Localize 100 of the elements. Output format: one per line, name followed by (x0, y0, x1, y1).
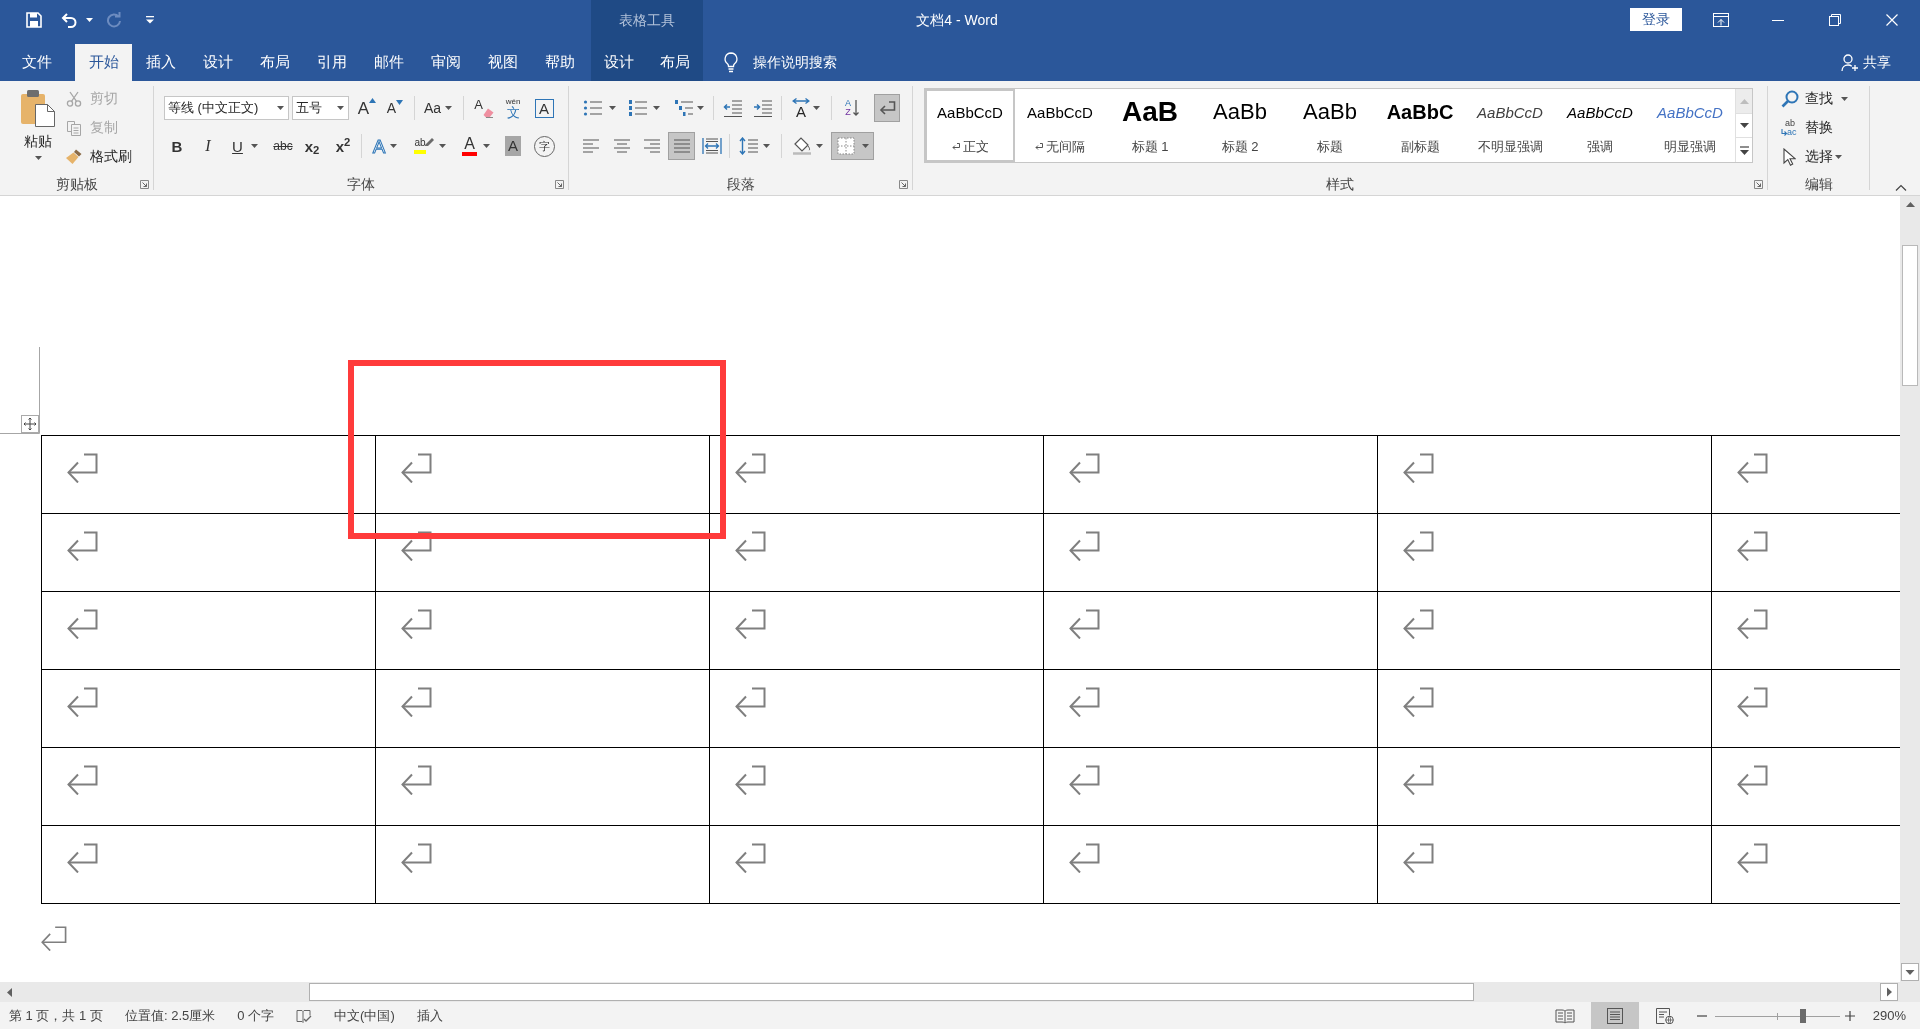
style-item[interactable]: AaBbCcD 强调 (1555, 89, 1645, 162)
tell-me-box[interactable]: 操作说明搜索 (753, 52, 837, 73)
caret-icon[interactable] (390, 144, 398, 148)
zoom-in-icon[interactable] (1844, 1010, 1855, 1021)
horizontal-scrollbar[interactable] (0, 982, 1920, 1002)
caret-icon[interactable] (445, 106, 453, 110)
underline-button[interactable]: U (225, 133, 265, 159)
lightbulb-icon[interactable] (723, 51, 739, 74)
subscript-button[interactable]: x$_{2}$ (300, 133, 324, 159)
ribbon-tab[interactable]: 布局 (647, 44, 703, 81)
borders-button[interactable] (831, 132, 874, 160)
ribbon-tab[interactable]: 审阅 (417, 44, 474, 81)
font-size-field[interactable]: 五号 (292, 96, 349, 120)
ribbon-tab[interactable]: 帮助 (531, 44, 588, 81)
person-add-icon[interactable] (1841, 53, 1859, 72)
font-name-field[interactable]: 等线 (中文正文) (164, 96, 289, 120)
sort-button[interactable]: A Z (840, 94, 864, 122)
caret-icon[interactable] (816, 144, 823, 148)
caret-icon[interactable] (86, 18, 93, 22)
style-item[interactable]: AaB 标题 1 (1105, 89, 1195, 162)
ribbon-options-icon[interactable] (1712, 13, 1729, 27)
caret-icon[interactable] (250, 144, 258, 148)
zoom-slider[interactable] (1714, 1008, 1840, 1023)
scroll-up-icon[interactable] (1905, 202, 1915, 207)
style-item[interactable]: AaBbCcD 无间隔 (1015, 89, 1105, 162)
ribbon-tab[interactable]: 布局 (246, 44, 303, 81)
style-item[interactable]: AaBb 标题 (1285, 89, 1375, 162)
italic-button[interactable]: I (196, 133, 220, 159)
dialog-launcher-icon[interactable] (1754, 179, 1763, 189)
style-item[interactable]: AaBbCcD 明显强调 (1645, 89, 1735, 162)
scroll-right-icon[interactable] (1880, 983, 1898, 1001)
view-button[interactable] (1590, 1002, 1639, 1029)
zoom-slider-thumb[interactable] (1800, 1008, 1807, 1023)
select-button[interactable]: 选择 (1781, 142, 1869, 171)
caret-icon[interactable] (277, 106, 284, 110)
font-color-button[interactable]: A (457, 133, 495, 159)
table-move-handle-icon[interactable] (21, 415, 39, 433)
scroll-left-icon[interactable] (6, 987, 12, 997)
caret-icon[interactable] (608, 106, 616, 110)
ribbon-tab[interactable]: 引用 (303, 44, 360, 81)
scrollbar-thumb[interactable] (1902, 245, 1918, 386)
ribbon-tab[interactable]: 开始 (75, 44, 132, 81)
status-text[interactable]: 位置值: 2.5厘米 (124, 1005, 216, 1026)
close-icon[interactable] (1885, 14, 1898, 26)
scrollbar-thumb[interactable] (309, 983, 1474, 1001)
change-case-button[interactable]: Aa (420, 95, 456, 121)
share-button[interactable]: 共享 (1841, 52, 1891, 73)
caret-icon[interactable] (438, 144, 446, 148)
dialog-launcher-icon[interactable] (899, 179, 908, 189)
caret-icon[interactable] (653, 106, 660, 110)
ribbon-tab[interactable]: 文件 (9, 44, 65, 81)
caret-icon[interactable] (861, 144, 869, 148)
style-item[interactable]: AaBb 标题 2 (1195, 89, 1285, 162)
paste-button[interactable]: 粘贴 (16, 89, 60, 167)
restore-icon[interactable] (1828, 14, 1841, 26)
proofing-icon[interactable] (296, 1008, 313, 1023)
style-item[interactable]: AaBbC 副标题 (1375, 89, 1465, 162)
more-icon[interactable] (1739, 145, 1749, 155)
scroll-down-icon[interactable] (1739, 123, 1749, 128)
show-marks-button[interactable] (874, 94, 900, 122)
shrink-font-button[interactable]: A (383, 95, 407, 121)
bold-button[interactable]: B (165, 133, 189, 159)
find-button[interactable]: 查找 (1781, 84, 1869, 113)
format-painter-button[interactable]: 格式刷 (66, 142, 132, 171)
caret-icon[interactable] (1835, 154, 1842, 159)
ribbon-tab[interactable]: 邮件 (360, 44, 417, 81)
status-text[interactable]: 0 个字 (237, 1005, 275, 1026)
phonetic-guide-button[interactable]: wén 文 (501, 95, 525, 121)
caret-icon[interactable] (337, 106, 344, 110)
status-text[interactable]: 第 1 页，共 1 页 (9, 1005, 103, 1026)
ribbon-tab[interactable]: 设计 (189, 44, 246, 81)
chinese-layout-button[interactable]: A (789, 94, 823, 122)
undo-icon[interactable] (61, 12, 77, 28)
caret-icon[interactable] (1841, 96, 1848, 101)
clear-formatting-button[interactable]: A (472, 95, 496, 121)
style-item[interactable]: AaBbCcD 不明显强调 (1465, 89, 1555, 162)
strikethrough-button[interactable]: abc (270, 133, 296, 159)
ribbon-tab[interactable]: 插入 (132, 44, 189, 81)
caret-icon[interactable] (697, 106, 704, 110)
style-item[interactable]: AaBbCcD 正文 (925, 89, 1015, 162)
caret-icon[interactable] (813, 106, 820, 110)
superscript-button[interactable]: x$^{2}$ (331, 133, 355, 159)
ribbon-tab[interactable]: 设计 (591, 44, 647, 81)
zoom-level-text[interactable]: 290% (1872, 1005, 1906, 1026)
save-icon[interactable] (26, 12, 42, 28)
scroll-down-icon[interactable] (1901, 963, 1919, 981)
ribbon-tab[interactable]: 视图 (474, 44, 531, 81)
status-text[interactable]: 插入 (416, 1005, 443, 1026)
toolbar-menu-icon[interactable] (146, 16, 154, 24)
sign-in-button[interactable]: 登录 (1630, 8, 1682, 31)
dialog-launcher-icon[interactable] (140, 179, 149, 189)
caret-icon[interactable] (482, 144, 490, 148)
collapse-icon[interactable] (1895, 184, 1907, 191)
caret-icon[interactable] (762, 144, 770, 148)
grow-font-button[interactable]: A (355, 95, 379, 121)
caret-icon[interactable] (34, 156, 42, 160)
dialog-launcher-icon[interactable] (555, 179, 564, 189)
vertical-scrollbar[interactable] (1900, 196, 1920, 982)
status-text[interactable]: 中文(中国) (334, 1005, 395, 1026)
highlight-button[interactable]: ab (410, 133, 450, 159)
